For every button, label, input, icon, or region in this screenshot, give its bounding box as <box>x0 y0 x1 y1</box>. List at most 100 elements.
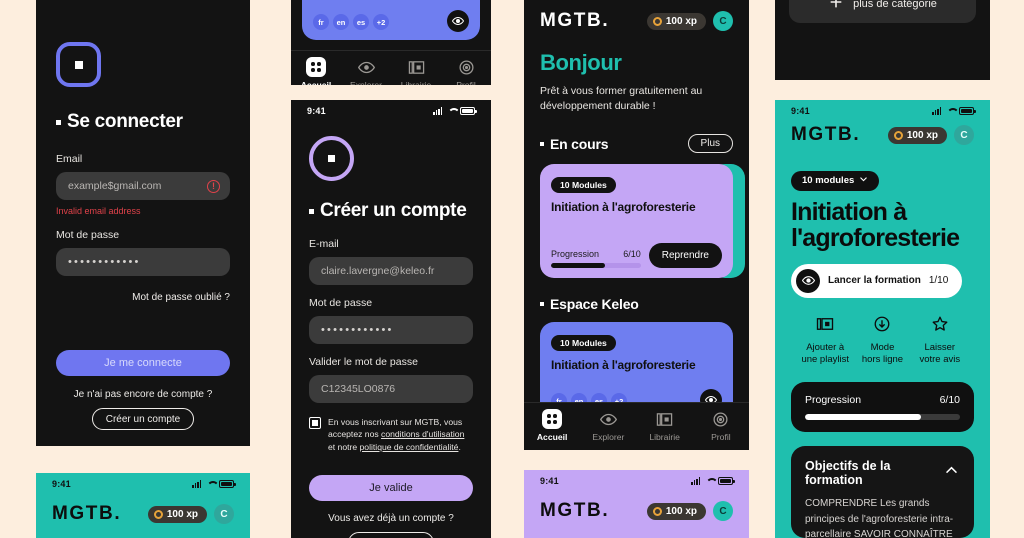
signal-icon <box>691 477 702 485</box>
greeting-subtitle: Prêt à vous former gratuitement au dével… <box>540 85 703 113</box>
modules-dropdown[interactable]: 10 modules <box>791 170 880 191</box>
tab-bar: Accueil Explorer Librairie Profil <box>524 402 749 450</box>
password-input-value: •••••••••••• <box>68 256 141 268</box>
tab-explorer[interactable]: Explorer <box>580 409 636 442</box>
action-line2: une playlist <box>801 353 849 365</box>
plus-icon <box>828 0 844 13</box>
panel-teal-header-peek: 9:41 MGTB. 100 xp C <box>36 473 250 538</box>
wifi-icon <box>946 107 956 115</box>
xp-value: 100 xp <box>665 505 697 517</box>
tab-profil[interactable]: Profil <box>441 57 491 85</box>
email-input[interactable]: claire.lavergne@keleo.fr <box>309 257 473 285</box>
status-time: 9:41 <box>52 479 71 489</box>
avatar[interactable]: C <box>214 504 234 524</box>
lang-chip: es <box>353 14 369 30</box>
tab-profil[interactable]: Profil <box>693 409 749 442</box>
tab-accueil[interactable]: Accueil <box>524 409 580 442</box>
tab-accueil[interactable]: Accueil <box>291 57 341 85</box>
lang-chip: +2 <box>373 14 389 30</box>
signup-title: Créer un compte <box>309 200 473 222</box>
tab-label: Accueil <box>536 432 568 442</box>
xp-badge[interactable]: 100 xp <box>887 126 947 144</box>
course-card-in-progress[interactable]: 10 Modules Initiation à l'agroforesterie… <box>540 164 733 279</box>
wifi-icon <box>447 107 457 115</box>
signin-button[interactable]: Je me connecte <box>56 350 230 376</box>
xp-badge[interactable]: 100 xp <box>147 505 207 523</box>
resume-button[interactable]: Reprendre <box>648 243 722 269</box>
avatar[interactable]: C <box>713 501 733 521</box>
objectives-body: COMPRENDRE Les grands principes de l'agr… <box>805 498 954 538</box>
forgot-password-link[interactable]: Mot de passe oublié ? <box>56 292 230 303</box>
action-label: Mode hors ligne <box>862 342 903 367</box>
password-label: Mot de passe <box>56 229 120 241</box>
course-card-title: Initiation à l'agroforesterie <box>551 358 696 373</box>
password-label: Mot de passe <box>309 297 373 309</box>
terms-link[interactable]: conditions d'utilisation <box>381 429 464 439</box>
brand-bar: MGTB. 100 xp C <box>36 491 250 525</box>
confirm-password-input[interactable]: C12345LO0876 <box>309 375 473 403</box>
logo-dot <box>74 60 83 69</box>
section-bullet-icon <box>540 302 544 307</box>
email-label: Email <box>56 153 83 165</box>
progress-label: Progression <box>805 394 862 407</box>
xp-badge[interactable]: 100 xp <box>646 502 706 520</box>
course-card-title: Initiation à l'agroforesterie <box>551 200 696 215</box>
battery-icon <box>959 107 976 115</box>
lang-chip: fr <box>313 14 329 30</box>
tab-explorer[interactable]: Explorer <box>341 57 391 85</box>
tab-librairie[interactable]: Librairie <box>637 409 693 442</box>
greeting-heading: Bonjour <box>540 50 622 75</box>
progress-label: Progression <box>551 249 600 260</box>
app-logo-square <box>56 42 101 87</box>
objectives-card[interactable]: Objectifs de la formation COMPRENDRE Les… <box>791 446 974 538</box>
grid-icon <box>306 57 326 77</box>
preview-eye-button[interactable] <box>447 10 469 32</box>
create-account-button[interactable]: Créer un compte <box>91 408 195 430</box>
consent-text-2: et notre <box>328 441 360 452</box>
have-account-note: Vous avez déjà un compte ? <box>328 513 454 525</box>
password-input-value: •••••••••••• <box>321 324 394 336</box>
status-icons <box>932 107 976 115</box>
course-card-blue[interactable]: fr en es +2 <box>302 0 480 40</box>
action-leave-review[interactable]: Laisser votre avis <box>912 315 968 367</box>
wifi-icon <box>705 477 715 485</box>
book-icon <box>406 57 426 77</box>
avatar[interactable]: C <box>954 125 974 145</box>
password-input[interactable]: •••••••••••• <box>309 316 473 344</box>
signup-title-text: Créer un compte <box>320 200 467 221</box>
avatar[interactable]: C <box>713 11 733 31</box>
progress-value: 6/10 <box>939 394 960 407</box>
login-title: Se connecter <box>56 111 230 133</box>
panel-explorer-peek: fr en es +2 Accueil Explorer Librairie P… <box>291 0 491 85</box>
privacy-link[interactable]: politique de confidentialité <box>360 442 459 452</box>
consent-checkbox[interactable] <box>309 417 321 429</box>
tab-label: Explorer <box>350 80 382 85</box>
add-category-button[interactable]: plus de catégorie <box>789 0 976 23</box>
plus-button[interactable]: Plus <box>687 134 733 154</box>
error-icon: ! <box>207 179 220 193</box>
panel-signup: 9:41 Créer un compte E-mail claire.laver… <box>291 100 491 538</box>
wifi-icon <box>206 480 216 488</box>
chevron-up-icon[interactable] <box>943 462 960 484</box>
coin-icon <box>153 509 163 519</box>
validate-button[interactable]: Je valide <box>309 475 473 502</box>
action-line1: Laisser <box>924 341 956 353</box>
password-input[interactable]: •••••••••••• <box>56 248 230 276</box>
action-add-playlist[interactable]: Ajouter à une playlist <box>797 315 853 367</box>
xp-value: 100 xp <box>665 15 697 27</box>
course-title-line2: l'agroforesterie <box>791 223 960 252</box>
launch-course-button[interactable]: Lancer la formation 1/10 <box>791 263 963 298</box>
login-title-text: Se connecter <box>67 111 183 132</box>
tab-label: Profil <box>456 80 476 85</box>
status-time: 9:41 <box>307 106 326 116</box>
signin-link-button[interactable]: Se connecter <box>347 532 435 538</box>
language-chips: fr en es +2 <box>313 14 389 30</box>
email-input[interactable]: example$gmail.com ! <box>56 172 230 200</box>
email-input-value: claire.lavergne@keleo.fr <box>321 265 435 277</box>
signal-icon <box>192 480 203 488</box>
consent-row[interactable]: En vous inscrivant sur MGTB, vous accept… <box>309 416 473 453</box>
action-offline-mode[interactable]: Mode hors ligne <box>854 315 910 367</box>
xp-badge[interactable]: 100 xp <box>646 12 706 30</box>
modules-pill-label: 10 modules <box>802 175 855 186</box>
tab-librairie[interactable]: Librairie <box>391 57 441 85</box>
